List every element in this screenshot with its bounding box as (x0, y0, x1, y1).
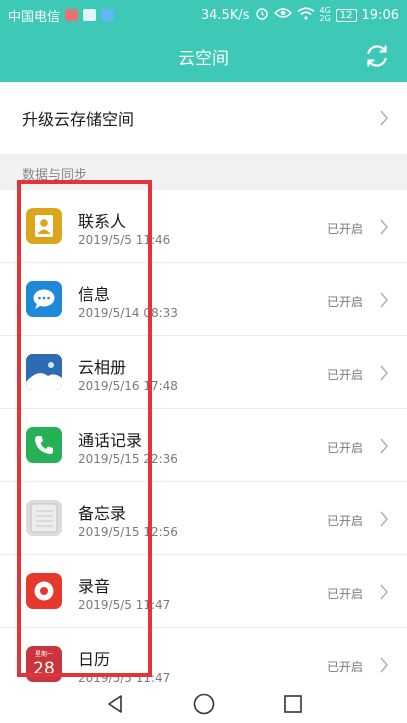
upgrade-storage-row[interactable]: 升级云存储空间 (0, 82, 407, 154)
list-item-title: 备忘录 (78, 504, 127, 523)
chevron-right-icon (380, 110, 388, 126)
list-item-status: 已开启 (326, 660, 363, 674)
list-item-status: 已开启 (326, 514, 363, 528)
chevron-right-icon (380, 219, 388, 235)
alarm-icon (255, 6, 269, 24)
clock: 19:06 (361, 7, 399, 23)
section-header: 数据与同步 (0, 154, 407, 192)
list-item-date: 2019/5/16 17:48 (78, 379, 178, 393)
list-item-title: 录音 (78, 577, 111, 596)
list-item-notepad[interactable]: 备忘录 2019/5/15 12:56 已开启 (0, 482, 407, 555)
chevron-right-icon (380, 365, 388, 381)
list-item-date: 2019/5/15 22:36 (78, 452, 178, 466)
list-item-call-log[interactable]: 通话记录 2019/5/15 22:36 已开启 (0, 409, 407, 482)
phone-icon (26, 427, 62, 463)
list-item-date: 2019/5/15 12:56 (78, 525, 178, 539)
calendar-weekday: 星期一 (34, 651, 53, 658)
recents-icon (283, 695, 302, 713)
status-bar: 中国电信 34.5K/s 4G 2G 12 19:06 (0, 0, 407, 30)
list-item-status: 已开启 (326, 295, 363, 309)
upgrade-storage-label: 升级云存储空间 (22, 110, 135, 129)
home-button[interactable] (190, 690, 218, 718)
recents-button[interactable] (279, 690, 307, 718)
app-bar: 云空间 (0, 30, 407, 82)
contacts-icon (26, 208, 62, 244)
list-item-title: 日历 (78, 650, 111, 669)
network-speed: 34.5K/s (200, 7, 250, 23)
nav-bar (0, 685, 407, 723)
battery-icon: 12 (335, 8, 357, 22)
list-item-status: 已开启 (326, 368, 363, 382)
back-icon (107, 695, 122, 713)
list-item-title: 信息 (78, 285, 111, 304)
eye-icon (273, 7, 292, 23)
page-title: 云空间 (178, 48, 229, 69)
list-item-recorder[interactable]: 录音 2019/5/5 11:47 已开启 (0, 555, 407, 628)
list-item-date: 2019/5/14 08:33 (78, 306, 178, 320)
image-notification-icon (101, 9, 115, 21)
carrier-label: 中国电信 (8, 9, 61, 25)
recorder-icon (26, 573, 62, 609)
message-icon (26, 281, 62, 317)
gallery-icon (26, 354, 62, 390)
home-icon (193, 693, 214, 715)
calendar-icon: 星期一 28 (26, 646, 62, 682)
list-item-title: 云相册 (78, 358, 127, 377)
chevron-right-icon (380, 657, 388, 673)
sync-button[interactable] (363, 42, 391, 70)
list-item-status: 已开启 (326, 587, 363, 601)
list-item-date: 2019/5/5 11:47 (78, 598, 171, 612)
list-item-status: 已开启 (326, 222, 363, 236)
list-item-status: 已开启 (326, 441, 363, 455)
cellular-signal-icon: 4G 2G (319, 6, 331, 23)
notification-app-icon (65, 9, 79, 21)
calendar-day: 28 (33, 659, 55, 679)
notepad-icon (26, 500, 62, 536)
sync-list: 联系人 2019/5/5 11:46 已开启 信息 2019/5/14 08:3… (0, 190, 407, 701)
list-item-gallery[interactable]: 云相册 2019/5/16 17:48 已开启 (0, 336, 407, 409)
chevron-right-icon (380, 438, 388, 454)
chevron-right-icon (380, 292, 388, 308)
list-item-date: 2019/5/5 11:46 (78, 233, 171, 247)
chevron-right-icon (380, 584, 388, 600)
list-item-title: 联系人 (78, 212, 127, 231)
list-item-messages[interactable]: 信息 2019/5/14 08:33 已开启 (0, 263, 407, 336)
chevron-right-icon (380, 511, 388, 527)
qr-code-icon (83, 9, 97, 21)
list-item-contacts[interactable]: 联系人 2019/5/5 11:46 已开启 (0, 190, 407, 263)
list-item-title: 通话记录 (78, 431, 143, 450)
wifi-icon (296, 6, 315, 24)
back-button[interactable] (101, 690, 129, 718)
sync-icon (367, 45, 387, 67)
list-item-date: 2019/5/5 11:47 (78, 671, 171, 685)
